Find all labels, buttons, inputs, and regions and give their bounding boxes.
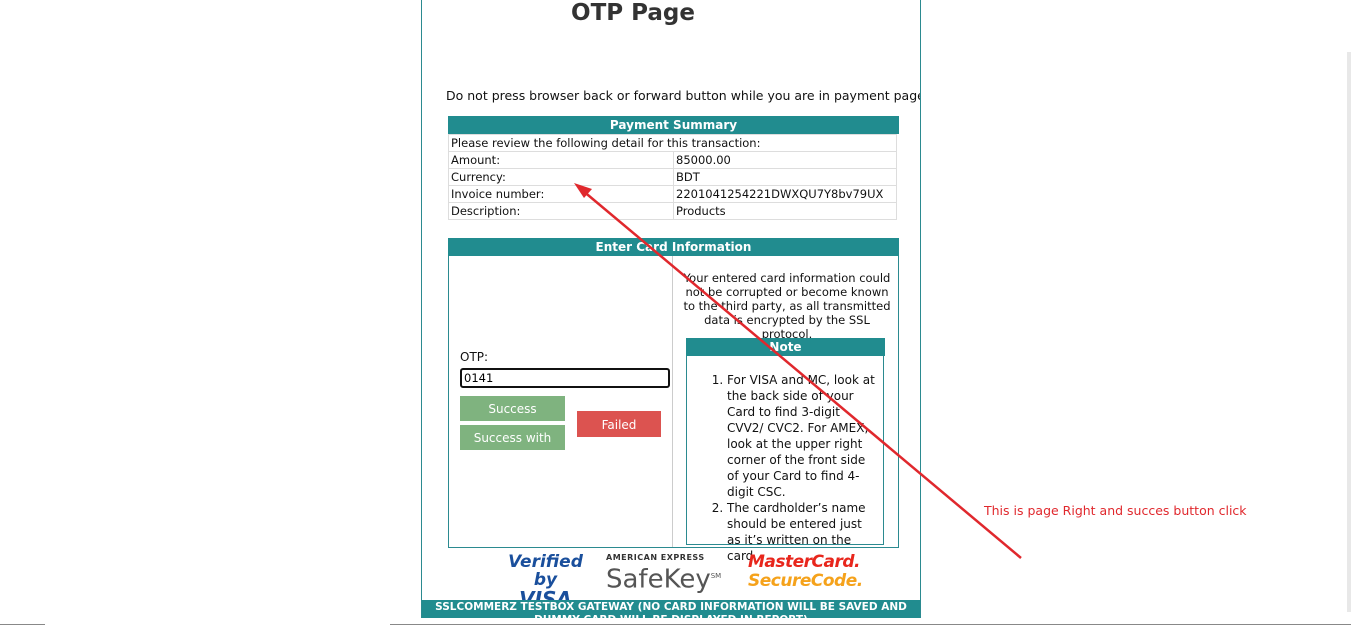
bottom-divider-right	[390, 624, 1351, 625]
bottom-divider-left	[0, 624, 45, 625]
annotation-arrow	[574, 183, 1022, 559]
scrollbar[interactable]	[1347, 52, 1351, 612]
annotation-text: This is page Right and succes button cli…	[984, 503, 1247, 518]
arrow-line	[581, 189, 1022, 559]
